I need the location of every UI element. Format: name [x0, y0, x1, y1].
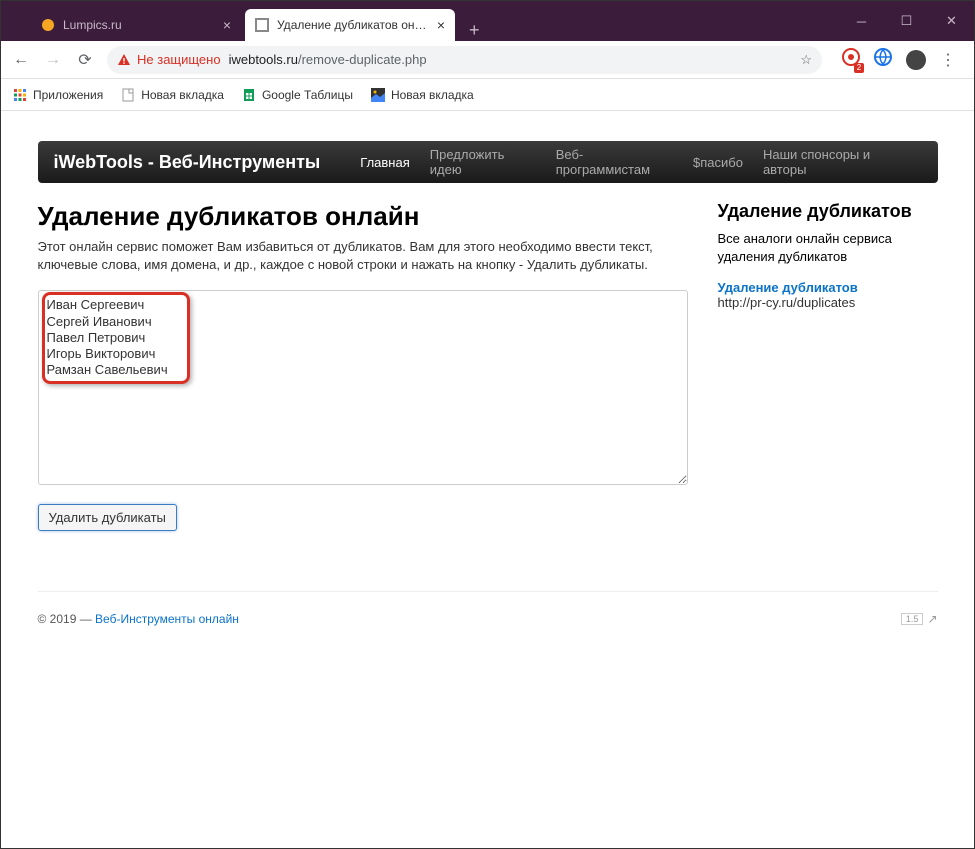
version-badge: 1.5: [901, 613, 924, 625]
apps-grid-icon: [13, 88, 27, 102]
sidebar-description: Все аналоги онлайн сервиса удаления дубл…: [718, 230, 938, 266]
page-icon: [121, 88, 135, 102]
warning-icon: [117, 53, 131, 67]
apps-button[interactable]: Приложения: [13, 88, 103, 102]
bookmark-label: Новая вкладка: [141, 88, 224, 102]
bookmark-item[interactable]: Google Таблицы: [242, 88, 353, 102]
main-column: Удаление дубликатов онлайн Этот онлайн с…: [38, 201, 688, 531]
share-icon[interactable]: ↗: [927, 612, 937, 626]
nav-link-home[interactable]: Главная: [350, 155, 419, 170]
profile-avatar[interactable]: [906, 50, 926, 70]
bookmark-label: Новая вкладка: [391, 88, 474, 102]
page-title: Удаление дубликатов онлайн: [38, 201, 688, 232]
new-tab-button[interactable]: +: [459, 20, 490, 41]
browser-tab-active[interactable]: Удаление дубликатов онлайн ×: [245, 9, 455, 41]
site-favicon-icon: [255, 18, 269, 32]
extension-icon[interactable]: [842, 48, 860, 71]
close-icon[interactable]: ×: [437, 17, 445, 33]
bookmark-label: Google Таблицы: [262, 88, 353, 102]
extension-icons: ⋮: [834, 48, 964, 71]
forward-button[interactable]: →: [43, 51, 63, 69]
page-description: Этот онлайн сервис поможет Вам избавитьс…: [38, 238, 688, 274]
site-favicon-icon: [41, 18, 55, 32]
nav-link-sponsors[interactable]: Наши спонсоры и авторы: [753, 147, 922, 177]
image-icon: [371, 88, 385, 102]
not-secure-label: Не защищено: [137, 52, 221, 67]
url-host: iwebtools.ru: [229, 52, 298, 67]
nav-link-devs[interactable]: Веб-программистам: [546, 147, 683, 177]
sidebar-column: Удаление дубликатов Все аналоги онлайн с…: [718, 201, 938, 531]
sheets-icon: [242, 88, 256, 102]
sidebar-title: Удаление дубликатов: [718, 201, 938, 222]
close-icon[interactable]: ×: [223, 17, 231, 33]
duplicates-textarea[interactable]: [38, 290, 688, 485]
menu-button[interactable]: ⋮: [940, 50, 956, 70]
reload-button[interactable]: ⟳: [75, 50, 95, 70]
copyright-prefix: © 2019 —: [38, 612, 96, 626]
site-nav: iWebTools - Веб-Инструменты Главная Пред…: [38, 141, 938, 183]
bookmarks-bar: Приложения Новая вкладка Google Таблицы …: [1, 79, 974, 111]
window-controls: ─ ☐ ✕: [839, 1, 974, 41]
page-content: iWebTools - Веб-Инструменты Главная Пред…: [1, 111, 974, 656]
page-footer: © 2019 — Веб-Инструменты онлайн 1.5 ↗: [38, 591, 938, 626]
star-icon[interactable]: ☆: [800, 52, 812, 68]
url-field[interactable]: Не защищено iwebtools.ru/remove-duplicat…: [107, 46, 822, 74]
back-button[interactable]: ←: [11, 51, 31, 69]
apps-label: Приложения: [33, 88, 103, 102]
bookmark-item[interactable]: Новая вкладка: [371, 88, 474, 102]
security-warning: Не защищено: [117, 52, 221, 67]
footer-counters: 1.5 ↗: [901, 612, 938, 626]
extension-icon[interactable]: [874, 48, 892, 71]
close-window-button[interactable]: ✕: [929, 1, 974, 41]
url-path: /remove-duplicate.php: [298, 52, 427, 67]
sidebar-link[interactable]: Удаление дубликатов: [718, 280, 938, 295]
site-brand[interactable]: iWebTools - Веб-Инструменты: [54, 152, 321, 173]
bookmark-item[interactable]: Новая вкладка: [121, 88, 224, 102]
remove-duplicates-button[interactable]: Удалить дубликаты: [38, 504, 177, 531]
footer-link[interactable]: Веб-Инструменты онлайн: [95, 612, 239, 626]
nav-link-thanks[interactable]: $пасибо: [683, 155, 753, 170]
tab-title: Lumpics.ru: [63, 18, 215, 32]
maximize-button[interactable]: ☐: [884, 1, 929, 41]
tab-title: Удаление дубликатов онлайн: [277, 18, 429, 32]
nav-link-suggest[interactable]: Предложить идею: [420, 147, 546, 177]
minimize-button[interactable]: ─: [839, 1, 884, 41]
browser-titlebar: Lumpics.ru × Удаление дубликатов онлайн …: [1, 1, 974, 41]
address-bar: ← → ⟳ Не защищено iwebtools.ru/remove-du…: [1, 41, 974, 79]
sidebar-url: http://pr-cy.ru/duplicates: [718, 295, 938, 310]
browser-tab[interactable]: Lumpics.ru ×: [31, 9, 241, 41]
